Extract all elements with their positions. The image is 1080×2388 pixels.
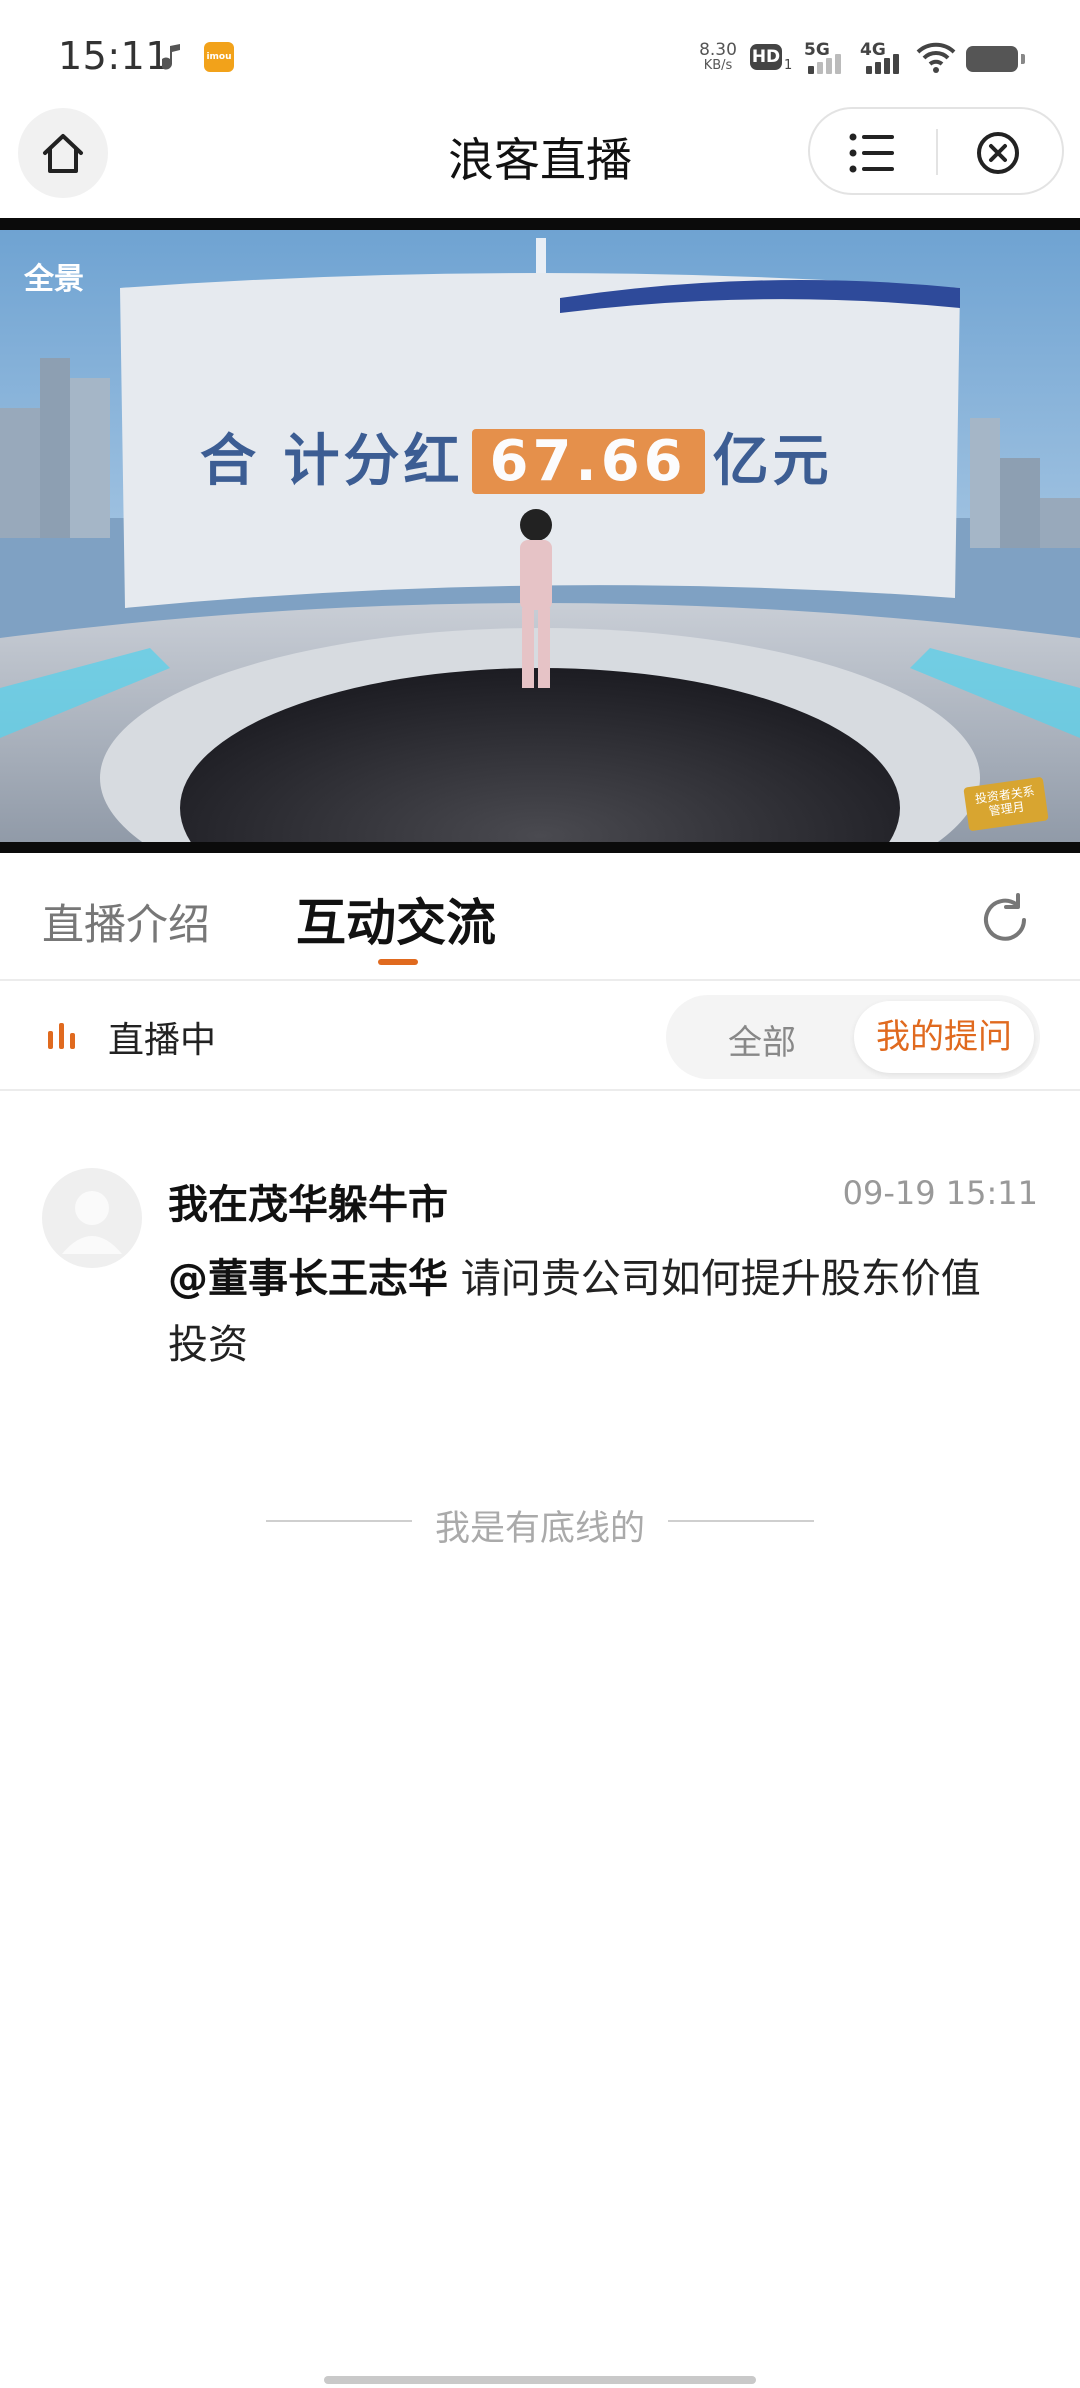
hd-sub-label: 1	[784, 58, 793, 73]
live-status-label: 直播中	[108, 1020, 217, 1061]
battery-icon	[966, 46, 1025, 72]
title-bar: 浪客直播	[0, 100, 1080, 220]
mini-program-capsule	[808, 107, 1064, 195]
message-item: 我在茂华躲牛市 09-19 15:11 @董事长王志华 请问贵公司如何提升股东价…	[0, 1090, 1080, 1390]
filter-my-questions[interactable]: 我的提问	[854, 1001, 1034, 1073]
end-of-list: 我是有底线的	[266, 1496, 814, 1549]
menu-list-icon[interactable]	[848, 131, 898, 175]
video-logo: 全景	[24, 262, 84, 297]
message-timestamp: 09-19 15:11	[842, 1174, 1038, 1212]
status-time: 15:11	[58, 34, 171, 78]
home-indicator[interactable]	[324, 2376, 756, 2384]
network-speed: 8.30 KB/s	[699, 40, 737, 74]
wifi-icon	[916, 42, 956, 73]
close-circle-icon[interactable]	[974, 129, 1022, 177]
hd-icon: HD	[750, 44, 782, 70]
live-status-row: 直播中 全部 我的提问	[0, 981, 1080, 1091]
status-bar: 15:11 imou 8.30 KB/s HD 1 5G 4G	[0, 0, 1080, 100]
signal-5g-icon	[808, 52, 848, 74]
tab-bar: 直播介绍 互动交流	[0, 853, 1080, 981]
live-video-player[interactable]: 全景 合 计分红 67.66 亿元 投资者关系 管理月	[0, 218, 1080, 853]
music-note-icon	[162, 44, 180, 70]
end-line-right	[668, 1520, 814, 1522]
page-title: 浪客直播	[448, 133, 632, 187]
tab-interaction[interactable]: 互动交流	[296, 883, 496, 955]
message-text: @董事长王志华 请问贵公司如何提升股东价值投资	[168, 1246, 1008, 1378]
end-of-list-text: 我是有底线的	[434, 1509, 645, 1549]
tab-live-intro[interactable]: 直播介绍	[42, 891, 210, 952]
home-button[interactable]	[18, 108, 108, 198]
capsule-divider	[936, 129, 938, 175]
video-headline: 合 计分红 67.66 亿元	[200, 429, 833, 494]
default-avatar-icon	[62, 1191, 122, 1254]
imou-app-icon: imou	[204, 42, 234, 72]
avatar	[42, 1168, 142, 1268]
question-filter: 全部 我的提问	[666, 995, 1040, 1079]
active-tab-indicator	[378, 959, 418, 965]
message-username: 我在茂华躲牛市	[168, 1182, 448, 1228]
live-bars-icon	[48, 1023, 75, 1049]
filter-all[interactable]: 全部	[728, 1015, 796, 1064]
refresh-icon[interactable]	[976, 891, 1034, 949]
message-mention: @董事长王志华	[168, 1256, 448, 1302]
video-scene	[0, 218, 1080, 853]
home-icon	[43, 134, 83, 173]
signal-4g-icon	[866, 52, 906, 74]
